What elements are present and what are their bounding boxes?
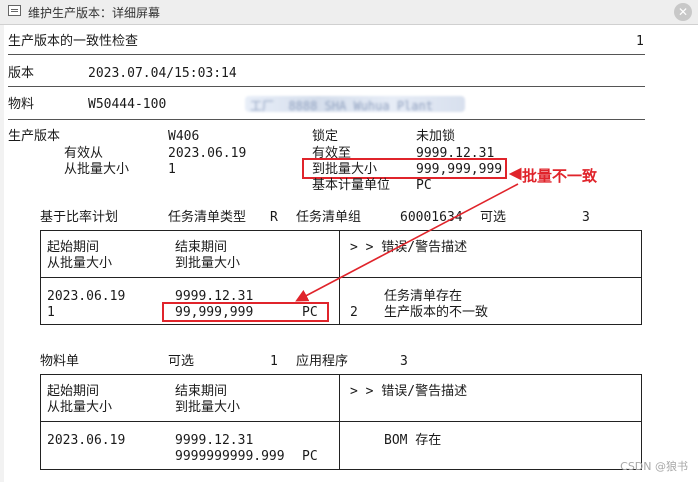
- routing-col-msg: > > 错误/警告描述: [350, 240, 468, 255]
- close-icon[interactable]: ✕: [674, 3, 692, 21]
- material-label: 物料: [8, 97, 35, 112]
- routing-label: 基于比率计划: [40, 210, 119, 225]
- routing-table-header-line: [40, 277, 642, 278]
- version-value: 2023.07.04/15:03:14: [88, 66, 237, 81]
- bom-table-header-line: [40, 421, 642, 422]
- material-divider: [8, 119, 645, 120]
- bom-row-start: 2023.06.19: [47, 433, 126, 448]
- page-number: 1: [636, 34, 644, 49]
- lot-from-value: 1: [168, 162, 176, 177]
- window-titlebar: 维护生产版本：详细屏幕 ✕: [0, 0, 698, 25]
- annotation-text: 批量不一致: [522, 167, 598, 185]
- routing-msg-num: 2: [350, 305, 358, 320]
- bom-optional-value: 1: [270, 354, 278, 369]
- routing-msg-line2: 生产版本的不一致: [384, 305, 489, 320]
- bom-app-value: 3: [400, 354, 408, 369]
- left-edge: [0, 25, 4, 482]
- base-unit-value: PC: [416, 178, 432, 193]
- report-title: 生产版本的一致性检查: [8, 34, 139, 49]
- routing-col-start-period: 起始期间: [47, 240, 100, 255]
- routing-msg-line1: 任务清单存在: [384, 289, 463, 304]
- prod-version-label: 生产版本: [8, 129, 61, 144]
- window-title: 维护生产版本：详细屏幕: [28, 6, 161, 20]
- bom-col-to-lot: 到批量大小: [175, 400, 241, 415]
- bom-table: [40, 374, 642, 470]
- routing-type-value: R: [270, 210, 278, 225]
- plant-blurred-text: 工厂 8888 SHA Wuhua Plant: [250, 99, 433, 113]
- routing-group-label: 任务清单组: [296, 210, 362, 225]
- window-icon: [8, 5, 21, 16]
- routing-row-from-lot: 1: [47, 305, 55, 320]
- bom-label: 物料单: [40, 354, 80, 369]
- lock-label: 锁定: [312, 129, 339, 144]
- bom-col-msg: > > 错误/警告描述: [350, 384, 468, 399]
- base-unit-label: 基本计量单位: [312, 178, 391, 193]
- routing-lot-highlight: [162, 302, 329, 322]
- bom-col-from-lot: 从批量大小: [47, 400, 113, 415]
- bom-col-start-period: 起始期间: [47, 384, 100, 399]
- routing-row-start: 2023.06.19: [47, 289, 126, 304]
- routing-type-label: 任务清单类型: [168, 210, 247, 225]
- watermark: CSDN @狼书: [620, 460, 688, 473]
- lot-to-highlight: [302, 158, 507, 179]
- bom-row-end: 9999.12.31: [175, 433, 254, 448]
- routing-group-value: 60001634: [400, 210, 463, 225]
- routing-col-end-period: 结束期间: [175, 240, 228, 255]
- bom-col-end-period: 结束期间: [175, 384, 228, 399]
- bom-row-to-lot: 9999999999.999: [175, 449, 285, 464]
- routing-col-to-lot: 到批量大小: [175, 256, 241, 271]
- bom-table-col-divider: [339, 374, 340, 470]
- bom-row-unit: PC: [302, 449, 318, 464]
- routing-col-from-lot: 从批量大小: [47, 256, 113, 271]
- material-value: W50444-100: [88, 97, 167, 112]
- version-divider: [8, 86, 645, 87]
- header-divider: [8, 54, 645, 55]
- routing-optional-label: 可选: [480, 210, 507, 225]
- bom-row-msg: BOM 存在: [384, 433, 442, 448]
- lot-from-label: 从批量大小: [64, 162, 130, 177]
- bom-optional-label: 可选: [168, 354, 195, 369]
- routing-optional-value: 3: [582, 210, 590, 225]
- routing-table-col-divider: [339, 230, 340, 325]
- valid-from-label: 有效从: [64, 146, 104, 161]
- prod-version-value: W406: [168, 129, 200, 144]
- valid-from-value: 2023.06.19: [168, 146, 247, 161]
- bom-app-label: 应用程序: [296, 354, 349, 369]
- version-label: 版本: [8, 66, 35, 81]
- lock-value: 未加锁: [416, 129, 456, 144]
